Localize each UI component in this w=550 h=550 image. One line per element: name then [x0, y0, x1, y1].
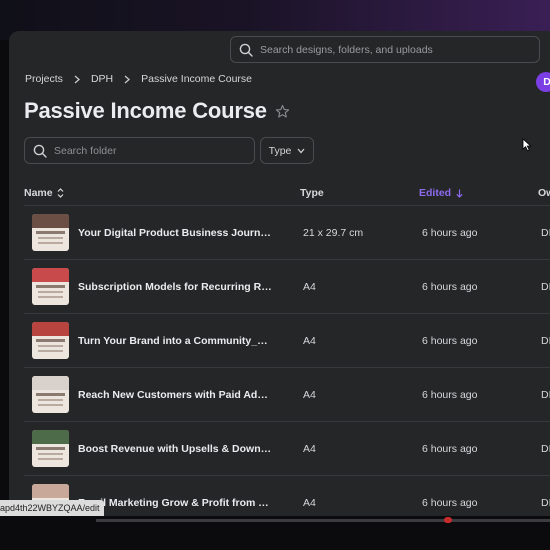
column-header-edited[interactable]: Edited — [419, 187, 463, 199]
design-type: A4 — [303, 335, 316, 347]
design-name[interactable]: Your Digital Product Business Journey_DP… — [78, 227, 273, 239]
sort-updown-icon — [57, 188, 64, 198]
column-header-type-label: Type — [300, 187, 324, 199]
column-header-name-label: Name — [24, 187, 53, 199]
table-row[interactable]: Your Digital Product Business Journey_DP… — [24, 205, 550, 259]
chevron-right-icon — [74, 75, 80, 84]
design-name[interactable]: Reach New Customers with Paid Ads (Begin… — [78, 389, 273, 401]
design-owner: DI — [541, 281, 550, 293]
design-owner: DI — [541, 389, 550, 401]
design-thumbnail — [32, 430, 69, 467]
column-header-owner[interactable]: Ow — [538, 187, 550, 199]
breadcrumb-current: Passive Income Course — [141, 73, 252, 85]
link-status-bar: apd4th22WBYZQAA/edit — [0, 500, 104, 516]
design-owner: DI — [541, 335, 550, 347]
folder-search-input[interactable]: Search folder — [24, 137, 255, 164]
design-name[interactable]: Boost Revenue with Upsells & Downsells_D… — [78, 443, 273, 455]
design-thumbnail — [32, 214, 69, 251]
design-thumbnail — [32, 268, 69, 305]
chevron-down-icon — [297, 148, 305, 153]
design-type: A4 — [303, 443, 316, 455]
record-indicator — [444, 517, 452, 523]
search-icon — [239, 43, 253, 57]
design-thumbnail — [32, 322, 69, 359]
column-header-type[interactable]: Type — [300, 187, 324, 199]
chevron-right-icon — [124, 75, 131, 84]
table-row[interactable]: Reach New Customers with Paid Ads (Begin… — [24, 367, 550, 421]
column-header-owner-label: Ow — [538, 187, 550, 199]
canva-projects-window: Search designs, folders, and uploads Pro… — [9, 31, 550, 521]
star-icon[interactable] — [275, 104, 290, 119]
type-filter-label: Type — [268, 144, 292, 157]
search-icon — [33, 144, 47, 158]
design-edited: 6 hours ago — [422, 389, 478, 401]
design-edited: 6 hours ago — [422, 497, 478, 509]
design-type: A4 — [303, 497, 316, 509]
design-name[interactable]: Subscription Models for Recurring Revenu… — [78, 281, 273, 293]
arrow-down-icon — [456, 189, 463, 198]
folder-search-placeholder: Search folder — [54, 144, 117, 157]
design-edited: 6 hours ago — [422, 443, 478, 455]
page-title: Passive Income Course — [24, 98, 267, 123]
design-name[interactable]: Email Marketing Grow & Profit from Your … — [78, 497, 273, 509]
breadcrumb-dph[interactable]: DPH — [91, 73, 113, 85]
design-owner: DI — [541, 443, 550, 455]
avatar[interactable]: D — [536, 72, 550, 92]
table-row[interactable]: Subscription Models for Recurring Revenu… — [24, 259, 550, 313]
table-header: Name Type Edited Ow — [9, 181, 550, 205]
design-owner: DI — [541, 227, 550, 239]
design-name[interactable]: Turn Your Brand into a Community_DPH — [78, 335, 273, 347]
design-edited: 6 hours ago — [422, 281, 478, 293]
design-type: A4 — [303, 281, 316, 293]
column-header-name[interactable]: Name — [24, 187, 64, 199]
global-search-input[interactable]: Search designs, folders, and uploads — [230, 36, 540, 63]
bottom-bar — [0, 516, 550, 550]
mouse-cursor-icon — [522, 138, 532, 152]
page-header: Passive Income Course — [24, 98, 290, 124]
breadcrumb-projects[interactable]: Projects — [25, 73, 63, 85]
global-search-placeholder: Search designs, folders, and uploads — [260, 43, 433, 56]
table-row[interactable]: Boost Revenue with Upsells & Downsells_D… — [24, 421, 550, 475]
design-owner: DI — [541, 497, 550, 509]
design-type: A4 — [303, 389, 316, 401]
design-thumbnail — [32, 376, 69, 413]
type-filter-dropdown[interactable]: Type — [260, 137, 314, 164]
table-row[interactable]: Turn Your Brand into a Community_DPH A4 … — [24, 313, 550, 367]
design-edited: 6 hours ago — [422, 227, 478, 239]
breadcrumb: Projects DPH Passive Income Course — [25, 73, 252, 85]
design-type: 21 x 29.7 cm — [303, 227, 364, 239]
progress-track — [96, 519, 550, 522]
column-header-edited-label: Edited — [419, 187, 452, 199]
design-edited: 6 hours ago — [422, 335, 478, 347]
